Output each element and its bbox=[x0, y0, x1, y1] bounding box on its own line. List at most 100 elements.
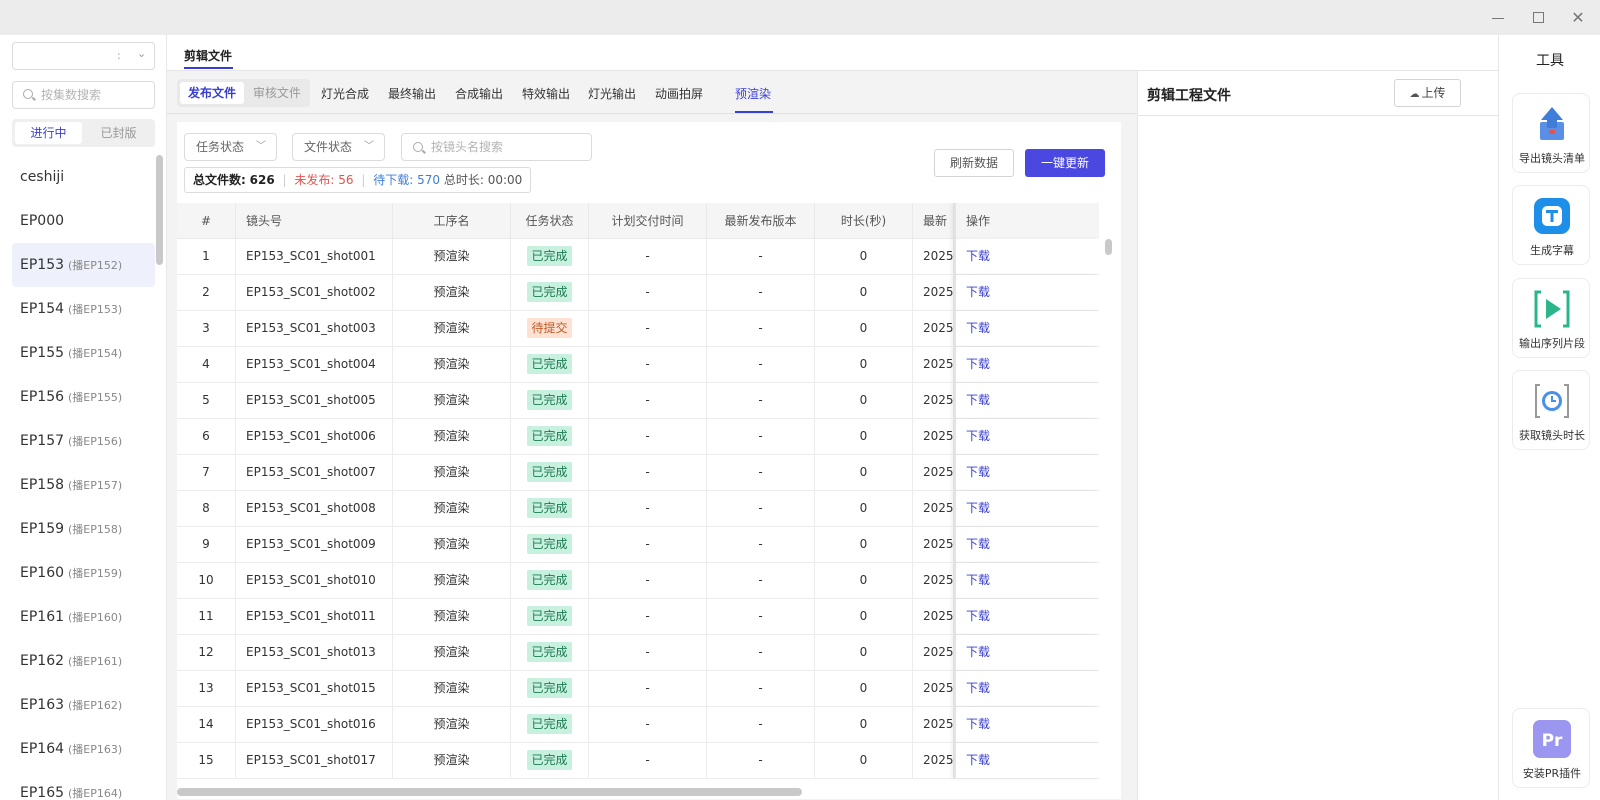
get-shot-duration-button[interactable]: 获取镜头时长 bbox=[1512, 370, 1590, 450]
segment-review-files[interactable]: 审核文件 bbox=[246, 82, 308, 104]
download-link[interactable]: 下载 bbox=[966, 753, 990, 767]
cell-latest: 20254 bbox=[913, 671, 954, 706]
download-link[interactable]: 下载 bbox=[966, 609, 990, 623]
tab-final-output[interactable]: 最终输出 bbox=[388, 85, 436, 102]
table-row[interactable]: 15EP153_SC01_shot017预渲染已完成--020254下载 bbox=[177, 743, 1099, 779]
segment-sealed[interactable]: 已封版 bbox=[85, 122, 152, 144]
subtitle-icon bbox=[1534, 198, 1570, 234]
table-row[interactable]: 2EP153_SC01_shot002预渲染已完成--020254下载 bbox=[177, 275, 1099, 311]
segment-published-files[interactable]: 发布文件 bbox=[180, 82, 244, 104]
table-row[interactable]: 6EP153_SC01_shot006预渲染已完成--020254下载 bbox=[177, 419, 1099, 455]
project-select[interactable]: : ⌄ bbox=[12, 42, 155, 70]
download-link[interactable]: 下载 bbox=[966, 573, 990, 587]
install-pr-plugin-button[interactable]: Pr 安装PR插件 bbox=[1512, 708, 1590, 788]
table-row[interactable]: 3EP153_SC01_shot003预渲染待提交--020254下载 bbox=[177, 311, 1099, 347]
tab-prerender[interactable]: 预渲染 bbox=[735, 85, 771, 102]
col-header-delivery-time: 计划交付时间 bbox=[589, 203, 707, 239]
download-link[interactable]: 下载 bbox=[966, 429, 990, 443]
cell-latest-version: - bbox=[707, 275, 815, 310]
status-badge: 已完成 bbox=[527, 498, 572, 518]
episode-item[interactable]: EP165 (播EP164) bbox=[12, 771, 155, 800]
cell-delivery-time: - bbox=[589, 527, 707, 562]
episode-item[interactable]: EP000 bbox=[12, 199, 155, 243]
minimize-icon[interactable] bbox=[1488, 8, 1508, 28]
tab-comp-output[interactable]: 合成输出 bbox=[455, 85, 503, 102]
episode-item[interactable]: EP153 (播EP152) bbox=[12, 243, 155, 287]
episode-item[interactable]: EP161 (播EP160) bbox=[12, 595, 155, 639]
status-badge: 已完成 bbox=[527, 714, 572, 734]
download-link[interactable]: 下载 bbox=[966, 249, 990, 263]
table-vertical-scrollbar[interactable] bbox=[1105, 239, 1112, 255]
tab-lighting-output[interactable]: 灯光输出 bbox=[588, 85, 636, 102]
table-row[interactable]: 8EP153_SC01_shot008预渲染已完成--020254下载 bbox=[177, 491, 1099, 527]
download-link[interactable]: 下载 bbox=[966, 321, 990, 335]
cell-shot: EP153_SC01_shot002 bbox=[236, 275, 393, 310]
download-link[interactable]: 下载 bbox=[966, 681, 990, 695]
table-row[interactable]: 11EP153_SC01_shot011预渲染已完成--020254下载 bbox=[177, 599, 1099, 635]
cell-index: 13 bbox=[177, 671, 236, 706]
output-sequence-button[interactable]: 输出序列片段 bbox=[1512, 278, 1590, 358]
episode-item[interactable]: EP154 (播EP153) bbox=[12, 287, 155, 331]
download-link[interactable]: 下载 bbox=[966, 501, 990, 515]
maximize-icon[interactable] bbox=[1528, 8, 1548, 28]
cell-process: 预渲染 bbox=[393, 239, 511, 274]
table-row[interactable]: 13EP153_SC01_shot015预渲染已完成--020254下载 bbox=[177, 671, 1099, 707]
segment-in-progress[interactable]: 进行中 bbox=[15, 122, 82, 144]
download-link[interactable]: 下载 bbox=[966, 717, 990, 731]
shot-search[interactable] bbox=[401, 133, 592, 161]
episode-item[interactable]: ceshiji bbox=[12, 155, 155, 199]
task-status-filter[interactable]: 任务状态 ﹀ bbox=[184, 133, 277, 161]
episode-item[interactable]: EP158 (播EP157) bbox=[12, 463, 155, 507]
download-link[interactable]: 下载 bbox=[966, 537, 990, 551]
episode-item[interactable]: EP160 (播EP159) bbox=[12, 551, 155, 595]
download-link[interactable]: 下载 bbox=[966, 357, 990, 371]
table-row[interactable]: 4EP153_SC01_shot004预渲染已完成--020254下载 bbox=[177, 347, 1099, 383]
file-status-filter[interactable]: 文件状态 ﹀ bbox=[292, 133, 385, 161]
close-icon[interactable]: ✕ bbox=[1568, 8, 1588, 28]
table-row[interactable]: 5EP153_SC01_shot005预渲染已完成--020254下载 bbox=[177, 383, 1099, 419]
download-link[interactable]: 下载 bbox=[966, 465, 990, 479]
upload-button[interactable]: ☁ 上传 bbox=[1394, 79, 1461, 107]
cell-duration: 0 bbox=[815, 383, 913, 418]
table-row[interactable]: 7EP153_SC01_shot007预渲染已完成--020254下载 bbox=[177, 455, 1099, 491]
tools-panel: 工具 导出镜头清单 生成字幕 输出序列片段 获取镜头时长 Pr 安装PR插件 bbox=[1498, 35, 1600, 800]
cell-duration: 0 bbox=[815, 347, 913, 382]
episode-search[interactable] bbox=[12, 81, 155, 109]
download-link[interactable]: 下载 bbox=[966, 285, 990, 299]
tab-vfx-output[interactable]: 特效输出 bbox=[522, 85, 570, 102]
episode-broadcast-label: (播EP164) bbox=[68, 787, 123, 800]
episode-search-input[interactable] bbox=[41, 86, 151, 104]
episode-item[interactable]: EP156 (播EP155) bbox=[12, 375, 155, 419]
table-row[interactable]: 14EP153_SC01_shot016预渲染已完成--020254下载 bbox=[177, 707, 1099, 743]
export-shot-list-button[interactable]: 导出镜头清单 bbox=[1512, 93, 1590, 173]
episode-item[interactable]: EP159 (播EP158) bbox=[12, 507, 155, 551]
sidebar-scrollbar[interactable] bbox=[156, 155, 163, 265]
update-all-button[interactable]: 一键更新 bbox=[1025, 149, 1105, 177]
table-row[interactable]: 1EP153_SC01_shot001预渲染已完成--020254下载 bbox=[177, 239, 1099, 275]
stats-separator: | bbox=[282, 173, 287, 187]
download-link[interactable]: 下载 bbox=[966, 393, 990, 407]
download-link[interactable]: 下载 bbox=[966, 645, 990, 659]
pending-download-count: 待下载: 570 bbox=[373, 173, 441, 187]
episode-item[interactable]: EP164 (播EP163) bbox=[12, 727, 155, 771]
cell-shot: EP153_SC01_shot017 bbox=[236, 743, 393, 778]
tab-lighting-comp[interactable]: 灯光合成 bbox=[321, 85, 369, 102]
table-horizontal-scrollbar[interactable] bbox=[177, 788, 802, 796]
chevron-down-icon: ﹀ bbox=[364, 141, 374, 152]
cell-task-status: 已完成 bbox=[511, 275, 589, 310]
shot-search-input[interactable] bbox=[431, 138, 586, 156]
cell-task-status: 已完成 bbox=[511, 671, 589, 706]
table-row[interactable]: 10EP153_SC01_shot010预渲染已完成--020254下载 bbox=[177, 563, 1099, 599]
tab-edit-files[interactable]: 剪辑文件 bbox=[184, 47, 232, 64]
episode-item[interactable]: EP163 (播EP162) bbox=[12, 683, 155, 727]
generate-subtitle-button[interactable]: 生成字幕 bbox=[1512, 185, 1590, 265]
divider bbox=[1138, 115, 1499, 116]
table-row[interactable]: 12EP153_SC01_shot013预渲染已完成--020254下载 bbox=[177, 635, 1099, 671]
refresh-button[interactable]: 刷新数据 bbox=[934, 149, 1014, 177]
episode-item[interactable]: EP157 (播EP156) bbox=[12, 419, 155, 463]
cell-actions: 下载 bbox=[954, 239, 1099, 274]
table-row[interactable]: 9EP153_SC01_shot009预渲染已完成--020254下载 bbox=[177, 527, 1099, 563]
episode-item[interactable]: EP162 (播EP161) bbox=[12, 639, 155, 683]
tab-animation-playblast[interactable]: 动画拍屏 bbox=[655, 85, 703, 102]
episode-item[interactable]: EP155 (播EP154) bbox=[12, 331, 155, 375]
